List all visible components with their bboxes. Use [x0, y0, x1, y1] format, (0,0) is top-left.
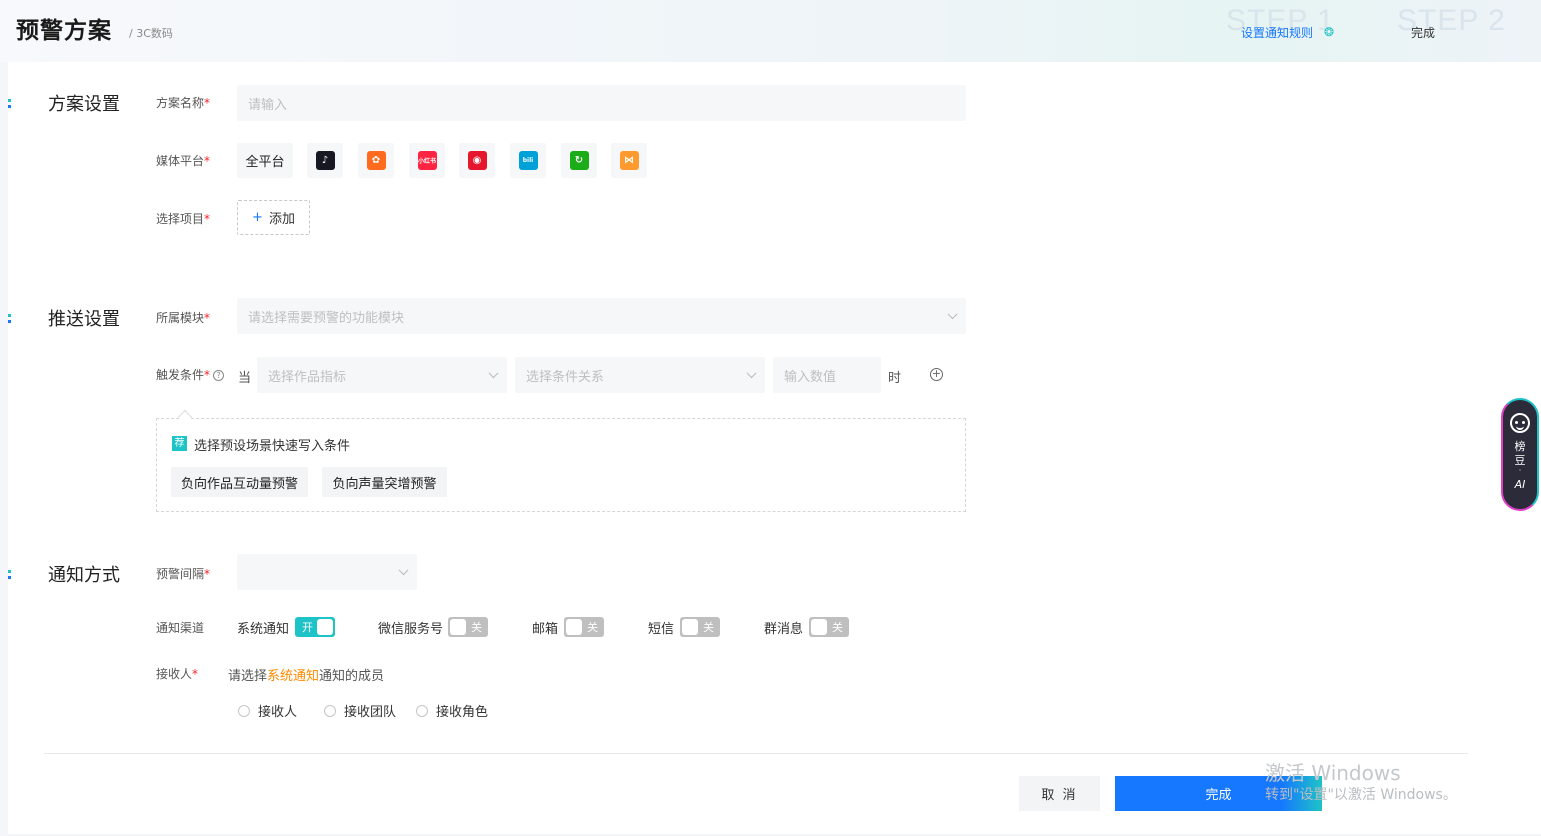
channel-wechat-toggle[interactable]: 关	[448, 617, 488, 637]
add-project-button[interactable]: + 添加	[237, 200, 310, 235]
footer-divider	[44, 753, 1468, 754]
radio-receiver-team[interactable]: 接收团队	[324, 701, 396, 720]
value-input[interactable]: 输入数值	[773, 357, 881, 393]
add-project-label: 添加	[268, 212, 295, 227]
breadcrumb: / 3C数码	[129, 27, 173, 40]
chevron-down-icon	[398, 565, 409, 576]
relation-select[interactable]: 选择条件关系	[515, 357, 765, 393]
section-title-plan: 方案设置	[48, 94, 120, 115]
radio-circle	[416, 704, 428, 717]
toggle-state-text: 关	[471, 621, 482, 634]
xiaohongshu-icon: 小红书	[417, 151, 437, 170]
page-title: 预警方案	[16, 18, 112, 44]
receiver-hint: 请选择系统通知通知的成员	[228, 669, 385, 684]
channel-email-label: 邮箱	[532, 622, 559, 637]
toggle-state-text: 关	[832, 621, 843, 634]
radio-receiver-role[interactable]: 接收角色	[416, 701, 488, 720]
toggle-state-text: 关	[587, 621, 598, 634]
receiver-hint-highlight: 系统通知	[267, 669, 320, 684]
project-label: 选择项目*	[156, 212, 211, 226]
windows-activation-title: 激活 Windows	[1265, 761, 1401, 785]
ai-label-dot: ·	[1518, 466, 1522, 475]
when-text: 当	[238, 371, 252, 386]
toggle-knob	[566, 619, 582, 635]
interval-select[interactable]	[237, 554, 417, 590]
interval-label: 预警间隔*	[156, 567, 211, 581]
channel-label: 通知渠道	[156, 621, 205, 635]
module-select[interactable]: 请选择需要预警的功能模块	[237, 298, 966, 334]
platform-bilibili-button[interactable]: bili	[510, 143, 546, 178]
channel-system-label: 系统通知	[237, 622, 290, 637]
weibo-icon: ◉	[467, 151, 487, 170]
toggle-state-text: 关	[703, 621, 714, 634]
recommend-badge: 荐	[172, 436, 187, 451]
platform-weibo-button[interactable]: ◉	[459, 143, 495, 178]
metric-placeholder: 选择作品指标	[268, 369, 347, 385]
channel-system-toggle[interactable]: 开	[295, 617, 335, 637]
ai-face-icon	[1510, 413, 1530, 433]
channel-group-label: 群消息	[764, 622, 804, 637]
radio-receiver-person[interactable]: 接收人	[238, 701, 297, 720]
platform-other-platform-button[interactable]: ⋈	[611, 143, 647, 178]
toggle-knob	[317, 619, 333, 635]
step-1-label[interactable]: 设置通知规则	[1241, 24, 1313, 41]
section-marker-icon	[8, 570, 11, 580]
ai-assistant-widget[interactable]: 榜 豆 · AI	[1501, 398, 1539, 511]
radio-circle	[238, 704, 250, 717]
chevron-down-icon	[746, 368, 757, 379]
trigger-label: 触发条件*?	[156, 366, 225, 383]
media-platform-label: 媒体平台*	[156, 154, 211, 168]
add-condition-icon[interactable]: +	[930, 368, 943, 381]
plus-icon: +	[252, 210, 263, 225]
platform-kuaishou-button[interactable]: ✿	[358, 143, 394, 178]
step-2-label[interactable]: 完成	[1411, 24, 1435, 41]
section-title-push: 推送设置	[48, 309, 120, 330]
section-title-notify: 通知方式	[48, 565, 120, 586]
preset-button-negative-volume[interactable]: 负向声量突增预警	[322, 467, 447, 497]
module-placeholder: 请选择需要预警的功能模块	[248, 310, 405, 326]
kuaishou-icon: ✿	[366, 151, 386, 170]
other-platform-icon: ⋈	[619, 151, 639, 170]
douyin-icon: ♪	[315, 151, 335, 170]
relation-placeholder: 选择条件关系	[526, 369, 605, 385]
plan-name-placeholder: 请输入	[248, 97, 288, 113]
value-placeholder: 输入数值	[784, 369, 837, 385]
bilibili-icon: bili	[518, 151, 538, 170]
preset-title: 选择预设场景快速写入条件	[194, 439, 351, 454]
windows-activation-hint: 转到"设置"以激活 Windows。	[1265, 787, 1457, 803]
toggle-state-text: 开	[302, 621, 313, 634]
section-marker-icon	[8, 314, 11, 324]
chevron-down-icon	[947, 309, 958, 320]
ai-label-3: AI	[1514, 478, 1526, 491]
platform-wechat-channels-button[interactable]: ↻	[561, 143, 597, 178]
preset-scenario-panel	[156, 418, 966, 512]
platform-douyin-button[interactable]: ♪	[307, 143, 343, 178]
chevron-down-icon	[488, 368, 499, 379]
channel-sms-label: 短信	[648, 622, 675, 637]
toggle-knob	[682, 619, 698, 635]
wechat-channels-icon: ↻	[569, 151, 589, 170]
ai-label-1: 榜	[1514, 440, 1526, 453]
module-label: 所属模块*	[156, 311, 211, 325]
receiver-label: 接收人*	[156, 667, 199, 681]
cancel-button[interactable]: 取 消	[1019, 776, 1100, 811]
section-marker-icon	[8, 99, 11, 109]
loading-spinner-icon: ❂	[1324, 25, 1335, 39]
plan-name-input[interactable]: 请输入	[237, 85, 966, 121]
platform-xiaohongshu-button[interactable]: 小红书	[409, 143, 445, 178]
metric-select[interactable]: 选择作品指标	[257, 357, 507, 393]
help-icon[interactable]: ?	[213, 370, 225, 381]
channel-group-toggle[interactable]: 关	[809, 617, 849, 637]
channel-wechat-label: 微信服务号	[378, 622, 444, 637]
preset-button-negative-interaction[interactable]: 负向作品互动量预警	[171, 467, 308, 497]
toggle-knob	[450, 619, 466, 635]
plan-name-label: 方案名称*	[156, 96, 211, 110]
page-header: 预警方案 / 3C数码 STEP 1 STEP 2 设置通知规则 ❂ 完成	[0, 0, 1541, 62]
time-text: 时	[888, 371, 902, 386]
radio-circle	[324, 704, 336, 717]
platform-all-button[interactable]: 全平台	[237, 143, 293, 178]
toggle-knob	[811, 619, 827, 635]
channel-sms-toggle[interactable]: 关	[680, 617, 720, 637]
channel-email-toggle[interactable]: 关	[564, 617, 604, 637]
